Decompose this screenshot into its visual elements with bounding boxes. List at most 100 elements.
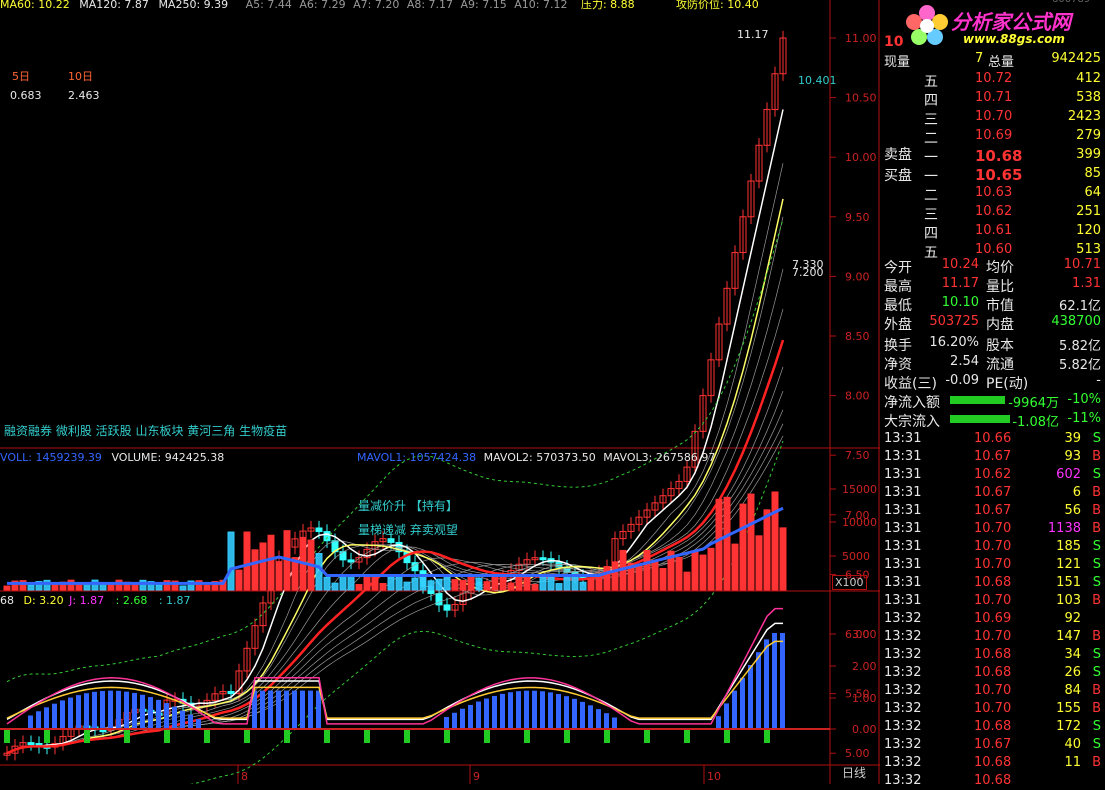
kdj-axis-label: 1.00 (852, 692, 877, 705)
stats-row: 换手 16.20% 股本 5.82亿 (880, 334, 1105, 354)
price-axis-label: 7.50 (845, 449, 870, 462)
orderbook-buy-row[interactable]: 一 10.65 85 (880, 165, 1105, 185)
date-axis-label: 10 (707, 770, 721, 783)
kdj-axis-label: 3.00 (852, 628, 877, 641)
tick-side: S (1092, 575, 1101, 590)
kdj-neg-bar (164, 729, 170, 743)
tick-time: 13:32 (884, 773, 922, 788)
tick-row: 13:31 10.70 121 S (880, 556, 1105, 574)
orderbook-sell-row[interactable]: 三 10.70 2423 (880, 108, 1105, 128)
tick-side: S (1092, 557, 1101, 572)
kdj-neg-bar (604, 729, 610, 743)
kdj-d-line (6, 640, 783, 719)
stat-value: 10.71 (1063, 257, 1101, 272)
tick-time: 13:32 (884, 701, 922, 716)
orderbook-buy-row[interactable]: 二 10.63 64 (880, 184, 1105, 204)
volume-bar (651, 559, 659, 591)
mavol2-label: MAVOL2: 570373.50 (483, 451, 596, 464)
volume-bar (603, 566, 611, 591)
tick-side: B (1092, 449, 1101, 464)
orderbook-sell-row[interactable]: 一 10.68 399 (880, 146, 1105, 166)
fund-flow-bar (950, 415, 1010, 423)
candle-body (539, 557, 547, 561)
volume-label: VOLUME: 942425.38 (111, 451, 225, 464)
price-axis-label: 10.00 (845, 151, 877, 164)
kdj-bar (724, 703, 729, 729)
orderbook-volume: 2423 (1067, 109, 1101, 124)
tick-price: 10.70 (974, 557, 1012, 572)
orderbook-volume: 120 (1076, 223, 1101, 238)
tick-volume: 93 (1064, 449, 1081, 464)
tick-row: 13:32 10.68 172 S (880, 718, 1105, 736)
orderbook-price: 10.68 (975, 147, 1023, 165)
tick-price: 10.70 (974, 539, 1012, 554)
orderbook-sell-row[interactable]: 二 10.69 279 (880, 127, 1105, 147)
tick-price: 10.68 (974, 773, 1012, 788)
stat-value: 5.82亿 (1059, 358, 1101, 373)
ma-legend: MA60: 10.22 MA120: 7.87 MA250: 9.39 A5: … (0, 0, 635, 12)
candle-body (339, 551, 347, 561)
orderbook-level-label: 三 (924, 207, 938, 223)
kdj-neg-bar (524, 729, 530, 743)
kdj-bar (268, 690, 273, 729)
ribbon-ma-line (6, 390, 784, 754)
price-axis-label: 5.00 (845, 747, 870, 760)
tick-price: 10.70 (974, 593, 1012, 608)
volume-bar (443, 574, 451, 591)
kdj-bar (316, 690, 321, 729)
volume-bar (131, 583, 139, 591)
fund-flow-row: 大宗流入 -1.08亿 -11% (880, 410, 1105, 430)
orderbook-buy-row[interactable]: 四 10.61 120 (880, 222, 1105, 242)
orderbook-sell-row[interactable]: 四 10.71 538 (880, 89, 1105, 109)
kdj-bar (748, 665, 753, 729)
tick-row: 13:31 10.70 185 S (880, 538, 1105, 556)
kdj-neg-bar (244, 729, 250, 743)
orderbook-price: 10.65 (975, 166, 1023, 184)
orderbook-sell-row[interactable]: 五 10.72 412 (880, 70, 1105, 90)
candle-body (227, 690, 235, 695)
volume-bar (235, 569, 243, 591)
fund-flow-label: 大宗流入 (884, 414, 940, 430)
kdj-bar (196, 719, 201, 729)
volume-bar (179, 585, 187, 591)
tick-price: 10.67 (974, 503, 1012, 518)
tick-time: 13:32 (884, 719, 922, 734)
orderbook-volume: 538 (1076, 90, 1101, 105)
kdj-bar (164, 703, 169, 729)
volume-bar (515, 575, 523, 591)
a10-label: A10: 7.12 (514, 0, 568, 11)
kdj-bar (28, 715, 33, 729)
kdj-bar (276, 690, 281, 729)
price-header: 10 (884, 34, 904, 50)
price-axis-label: 8.50 (845, 330, 870, 343)
tick-price: 10.67 (974, 737, 1012, 752)
kdj-neg-bar (724, 729, 730, 743)
period-tab[interactable]: 日线 (842, 764, 866, 781)
candle-body (347, 559, 355, 563)
tick-row: 13:31 10.70 1138 B (880, 520, 1105, 538)
volume-bar (435, 578, 443, 591)
tick-price: 10.69 (974, 611, 1012, 626)
kdj-bar (532, 690, 537, 729)
tick-volume: 172 (1056, 719, 1081, 734)
tick-row: 13:32 10.70 155 B (880, 700, 1105, 718)
volume-bar (347, 575, 355, 591)
tick-side: B (1092, 701, 1101, 716)
tick-volume: 6 (1072, 485, 1081, 500)
kdj-bar (732, 690, 737, 729)
tick-side: B (1092, 503, 1101, 518)
mavol1-label: MAVOL1: 1057424.38 (357, 451, 477, 464)
concept-tags[interactable]: 融资融券 微利股 活跃股 山东板块 黄河三角 生物疫苗 (4, 422, 287, 439)
tick-time: 13:31 (884, 575, 922, 590)
volume-bar (779, 527, 787, 591)
kdj-bar (468, 704, 473, 729)
tick-price: 10.67 (974, 449, 1012, 464)
orderbook-volume: 399 (1076, 147, 1101, 162)
total-volume-label: 总量 (988, 55, 1015, 70)
fund-flow-value: -9964万 (1008, 396, 1059, 411)
kline-chart-canvas[interactable]: 11.0010.5010.009.509.008.508.007.507.006… (0, 0, 880, 784)
orderbook-buy-row[interactable]: 三 10.62 251 (880, 203, 1105, 223)
kdj-bar (508, 692, 513, 729)
tick-time: 13:31 (884, 539, 922, 554)
price-axis-label: 8.00 (845, 390, 870, 403)
